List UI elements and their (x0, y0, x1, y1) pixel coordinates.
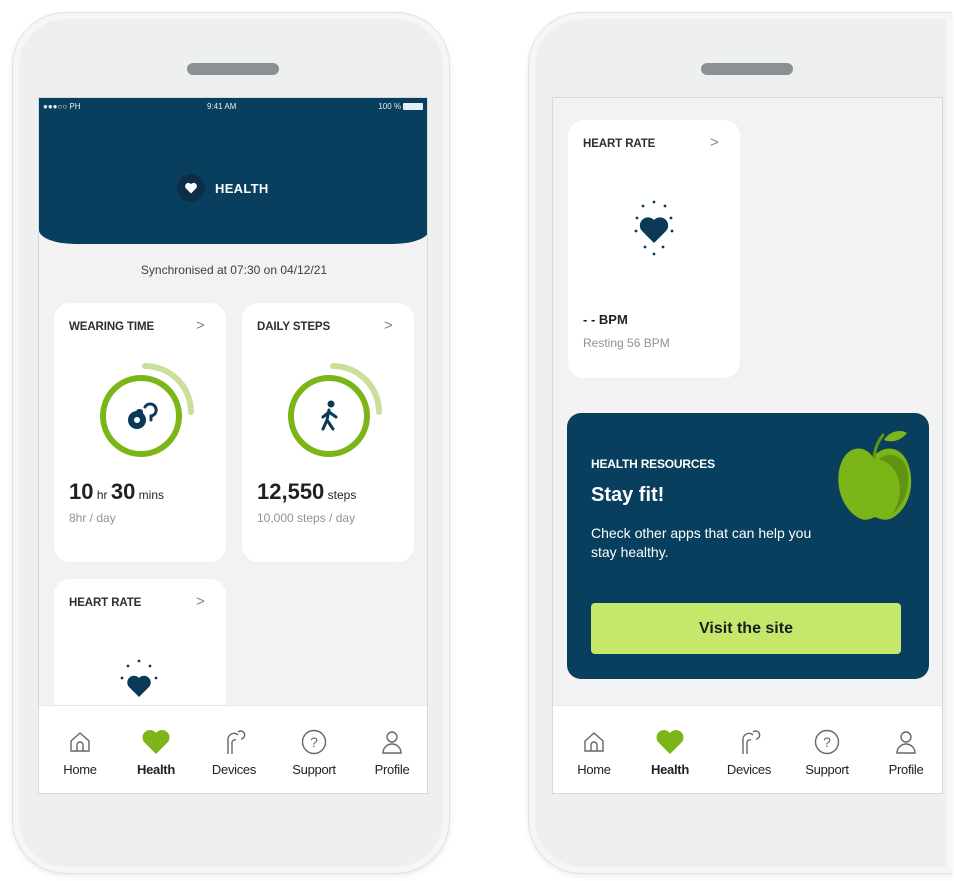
carrier-text: ●●●○○ PH (43, 102, 81, 111)
steps-value: 12,550 steps (257, 479, 357, 504)
card-title: DAILY STEPS (257, 321, 331, 333)
svg-text:?: ? (310, 734, 318, 750)
sync-status: Synchronised at 07:30 on 04/12/21 (140, 263, 328, 277)
card-title: HEART RATE (69, 597, 142, 609)
home-icon (45, 726, 115, 758)
bottom-nav: Home Health Devices ? Support Profile (39, 705, 427, 793)
nav-item-health[interactable]: Health (635, 726, 705, 777)
nav-item-profile[interactable]: Profile (357, 726, 427, 777)
card-title: WEARING TIME (69, 321, 155, 333)
chevron-right-icon: > (710, 134, 719, 151)
health-screen-scrolled: HEART RATE > - - BPM Resting 56 BPM HEAL… (552, 97, 943, 794)
nav-label: Home (63, 762, 97, 777)
wearing-progress-ring (90, 357, 200, 467)
resting-heart-rate: Resting 56 BPM (583, 336, 670, 350)
nav-label: Health (651, 762, 689, 777)
wearing-time-card[interactable]: WEARING TIME > 10 hr 30 mins 8hr / day (54, 303, 226, 562)
nav-item-health[interactable]: Health (121, 726, 191, 777)
status-bar: ●●●○○ PH 9:41 AM 100 % (39, 102, 427, 116)
nav-item-home[interactable]: Home (559, 726, 629, 777)
nav-item-devices[interactable]: Devices (714, 726, 784, 777)
profile-icon (871, 726, 941, 758)
resources-kicker: HEALTH RESOURCES (591, 457, 715, 471)
svg-text:?: ? (823, 734, 831, 750)
battery-text: 100 % (378, 102, 401, 111)
visit-site-button[interactable]: Visit the site (591, 603, 901, 654)
page-title-text: HEALTH (215, 180, 269, 196)
chevron-right-icon: > (196, 593, 205, 610)
home-icon (559, 726, 629, 758)
daily-steps-card[interactable]: DAILY STEPS > 12,550 steps 10,000 steps … (242, 303, 414, 562)
help-icon: ? (279, 726, 349, 758)
health-resources-card: HEALTH RESOURCES Stay fit! Check other a… (567, 413, 929, 679)
walking-icon (321, 400, 338, 431)
hearing-aid-icon (714, 726, 784, 758)
heart-icon (635, 726, 705, 758)
heart-pulse-icon (634, 200, 674, 256)
resources-title: Stay fit! (591, 484, 665, 506)
nav-label: Health (137, 762, 175, 777)
nav-label: Profile (888, 762, 924, 777)
wearing-time-value: 10 hr 30 mins (69, 479, 165, 504)
nav-item-home[interactable]: Home (45, 726, 115, 777)
card-title: HEART RATE (583, 138, 656, 150)
nav-label: Support (805, 762, 849, 777)
heart-icon (121, 726, 191, 758)
phone-frame-left: ●●●○○ PH 9:41 AM 100 % HEALTH Synchronis… (12, 12, 450, 874)
heart-pulse-icon (120, 659, 158, 697)
profile-icon (357, 726, 427, 758)
steps-progress-ring (278, 357, 388, 467)
battery-icon (403, 103, 423, 111)
phone-speaker (187, 63, 279, 75)
nav-item-profile[interactable]: Profile (871, 726, 941, 777)
nav-item-support[interactable]: ? Support (279, 726, 349, 777)
bottom-nav: Home Health Devices ? Support Profile (553, 705, 942, 793)
hearing-aid-icon (128, 402, 158, 429)
status-time: 9:41 AM (207, 102, 237, 111)
nav-label: Devices (211, 762, 257, 777)
health-screen: ●●●○○ PH 9:41 AM 100 % HEALTH Synchronis… (38, 97, 428, 794)
nav-label: Profile (374, 762, 410, 777)
phone-speaker (701, 63, 793, 75)
wearing-time-goal: 8hr / day (69, 511, 116, 525)
chevron-right-icon: > (384, 317, 393, 334)
battery-status: 100 % (378, 102, 423, 111)
apple-illustration (838, 431, 912, 520)
nav-item-devices[interactable]: Devices (199, 726, 269, 777)
heart-rate-value: - - BPM (583, 312, 628, 327)
help-icon: ? (792, 726, 862, 758)
heart-rate-card[interactable]: HEART RATE > - - BPM Resting 56 BPM (568, 120, 740, 378)
health-header: ●●●○○ PH 9:41 AM 100 % HEALTH (39, 98, 427, 244)
phone-frame-right: HEART RATE > - - BPM Resting 56 BPM HEAL… (528, 12, 952, 874)
page-title: HEALTH (177, 174, 269, 202)
nav-label: Home (577, 762, 611, 777)
steps-goal: 10,000 steps / day (257, 511, 356, 525)
chevron-right-icon: > (196, 317, 205, 334)
nav-label: Devices (726, 762, 772, 777)
heart-icon (177, 174, 205, 202)
resources-body: Check other apps that can help you stay … (591, 525, 812, 560)
hearing-aid-icon (199, 726, 269, 758)
nav-item-support[interactable]: ? Support (792, 726, 862, 777)
nav-label: Support (292, 762, 336, 777)
